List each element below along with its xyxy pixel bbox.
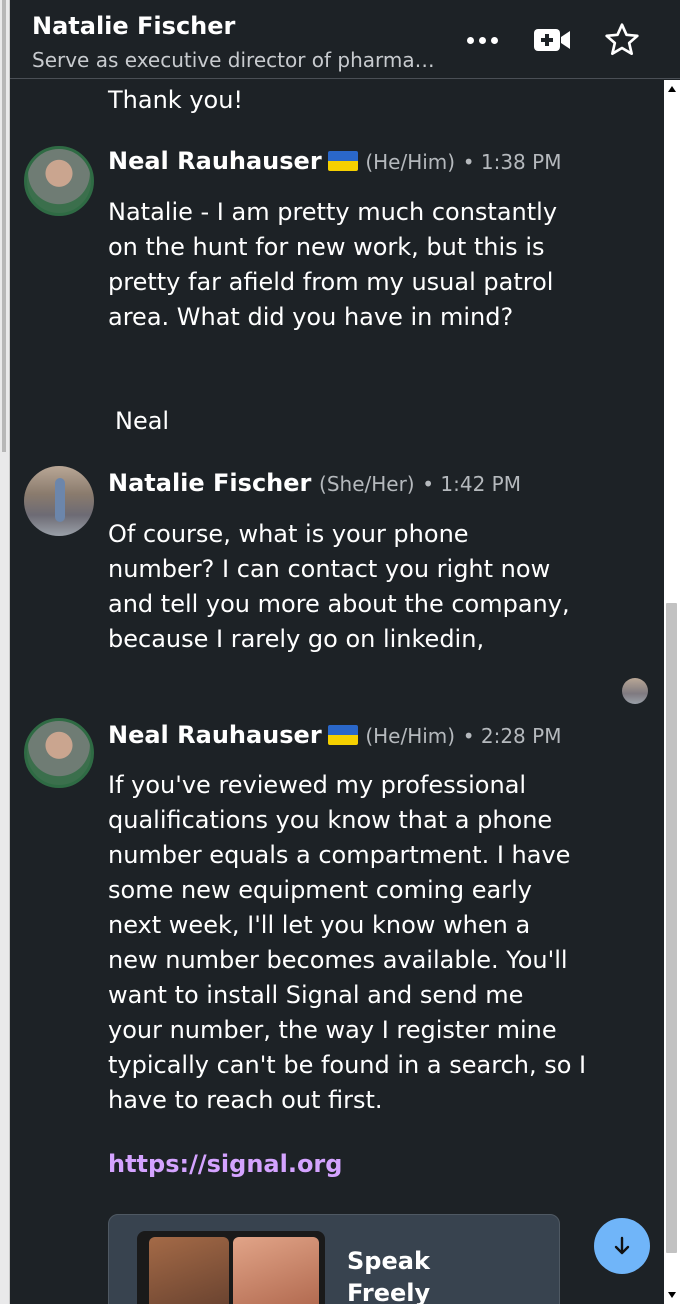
sender-pronouns: (He/Him): [365, 724, 456, 748]
message-line: new number becomes available. You'll: [108, 946, 568, 974]
message-time: • 2:28 PM: [462, 724, 562, 748]
conversation-subtitle: Serve as executive director of pharma…: [32, 48, 435, 72]
message-line: want to install Signal and send me: [108, 981, 524, 1009]
ukraine-flag-icon: [327, 725, 358, 745]
message-line: and tell you more about the company,: [108, 590, 570, 618]
message-time: • 1:38 PM: [462, 150, 562, 174]
signal-link[interactable]: https://signal.org: [108, 1150, 342, 1178]
seen-receipt-avatar: [622, 678, 648, 704]
message-line: number? I can contact you right now: [108, 555, 551, 583]
message-line: area. What did you have in mind?: [108, 303, 514, 331]
message-sender-header: Natalie Fischer (She/Her) • 1:42 PM: [108, 469, 521, 497]
message-line: pretty far afield from my usual patrol: [108, 268, 554, 296]
avatar-neal[interactable]: [24, 146, 94, 216]
link-preview-card[interactable]: Speak Freely: [108, 1214, 560, 1304]
scroll-up-arrow-icon[interactable]: [668, 86, 676, 92]
message-sender-header: Neal Rauhauser (He/Him) • 2:28 PM: [108, 721, 561, 749]
link-preview-title-line: Freely: [347, 1279, 431, 1304]
conversation-title[interactable]: Natalie Fischer: [32, 12, 235, 40]
message-line: your number, the way I register mine: [108, 1016, 557, 1044]
sender-pronouns: (He/Him): [365, 150, 456, 174]
message-line: Of course, what is your phone: [108, 520, 469, 548]
sender-name[interactable]: Neal Rauhauser: [108, 721, 322, 749]
message-body: If you've reviewed my professional quali…: [108, 768, 608, 1118]
message-signature: Neal: [115, 407, 170, 435]
message-line: on the hunt for new work, but this is: [108, 233, 545, 261]
link-preview-title: Speak Freely: [347, 1245, 447, 1304]
message-time: • 1:42 PM: [422, 472, 521, 496]
message-line: next week, I'll let you know when a: [108, 911, 531, 939]
sender-name[interactable]: Natalie Fischer: [108, 469, 311, 497]
message-body: Of course, what is your phone number? I …: [108, 517, 578, 657]
link-preview-image: [137, 1231, 325, 1304]
message-line: have to reach out first.: [108, 1086, 383, 1114]
message-text: Thank you!: [108, 86, 244, 114]
message-line: number equals a compartment. I have: [108, 841, 571, 869]
conversation-header: Natalie Fischer Serve as executive direc…: [10, 0, 680, 79]
message-sender-header: Neal Rauhauser (He/Him) • 1:38 PM: [108, 147, 561, 175]
avatar-neal[interactable]: [24, 718, 94, 788]
conversation-scrollbar[interactable]: [664, 80, 680, 1304]
page-scrollbar-thumb[interactable]: [2, 0, 6, 452]
page-scrollbar-right[interactable]: [679, 0, 688, 1304]
conversation-scrollbar-thumb[interactable]: [666, 603, 677, 1253]
more-dots-icon[interactable]: [458, 16, 506, 64]
message-line: typically can't be found in a search, so…: [108, 1051, 587, 1079]
messaging-panel: Natalie Fischer Serve as executive direc…: [10, 0, 680, 1304]
avatar-natalie[interactable]: [24, 466, 94, 536]
ukraine-flag-icon: [327, 151, 358, 171]
message-line: If you've reviewed my professional: [108, 771, 527, 799]
message-line: because I rarely go on linkedin,: [108, 625, 485, 653]
message-line: some new equipment coming early: [108, 876, 532, 904]
star-icon[interactable]: [598, 16, 646, 64]
arrow-down-icon: [614, 1236, 630, 1255]
sender-name[interactable]: Neal Rauhauser: [108, 147, 322, 175]
video-call-icon[interactable]: [528, 16, 576, 64]
page-scrollbar-left[interactable]: [0, 0, 10, 1304]
message-line: Natalie - I am pretty much constantly: [108, 198, 558, 226]
scroll-to-bottom-button[interactable]: [594, 1218, 650, 1274]
sender-pronouns: (She/Her): [319, 472, 415, 496]
message-line: qualifications you know that a phone: [108, 806, 553, 834]
scroll-down-arrow-icon[interactable]: [668, 1292, 676, 1298]
message-body: Natalie - I am pretty much constantly on…: [108, 195, 578, 335]
link-preview-title-line: Speak: [347, 1247, 430, 1275]
